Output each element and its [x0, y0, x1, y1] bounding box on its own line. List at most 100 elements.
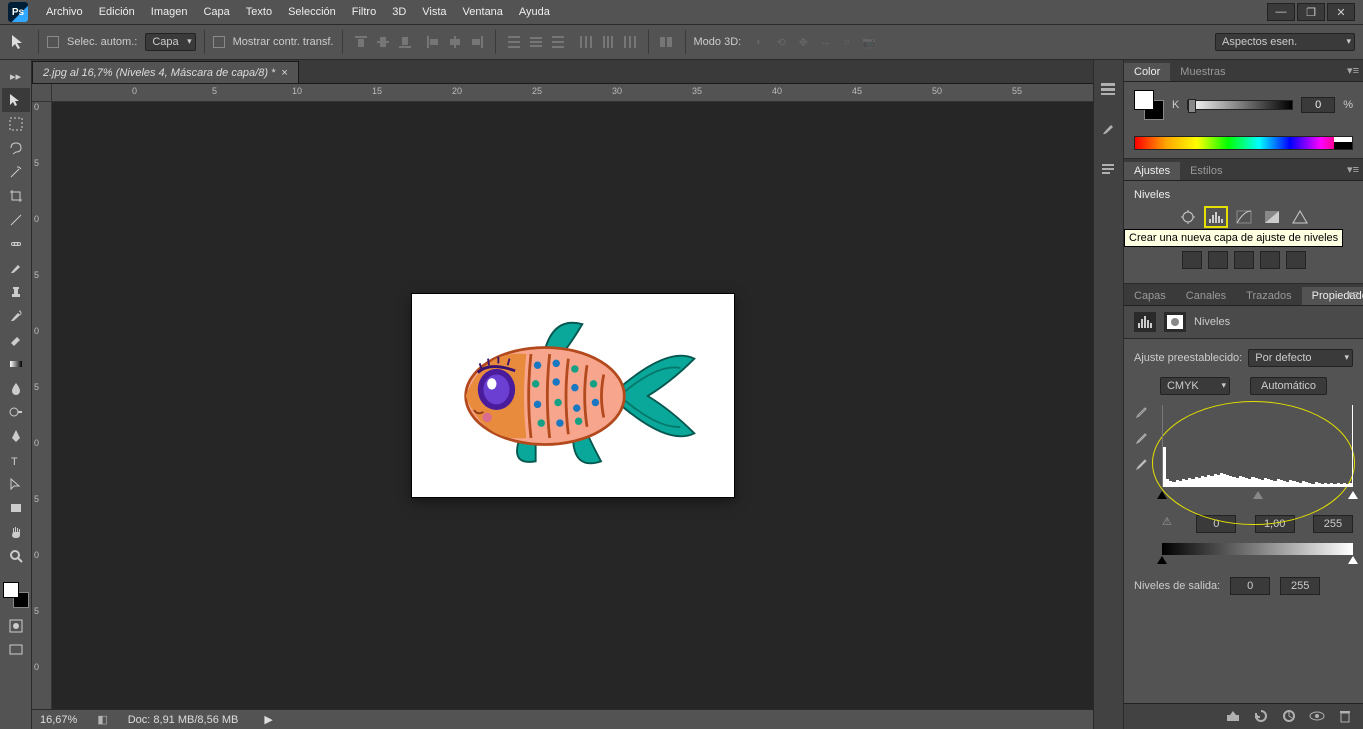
gradient-tool[interactable]	[2, 352, 30, 376]
white-point-eyedropper[interactable]	[1134, 457, 1150, 473]
panel-color-swatch[interactable]	[1134, 90, 1164, 120]
brush-tool[interactable]	[2, 256, 30, 280]
output-white-value[interactable]: 255	[1280, 577, 1320, 595]
doc-size-icon[interactable]: ◧	[97, 713, 107, 726]
black-point-slider[interactable]	[1157, 491, 1167, 499]
output-black-slider[interactable]	[1157, 556, 1167, 564]
output-black-value[interactable]: 0	[1230, 577, 1270, 595]
color-ramp[interactable]	[1134, 136, 1353, 150]
menu-seleccion[interactable]: Selección	[280, 6, 344, 18]
marquee-tool[interactable]	[2, 112, 30, 136]
auto-select-checkbox[interactable]	[47, 36, 59, 48]
align-right-icon[interactable]	[467, 32, 487, 52]
reset-icon[interactable]	[1281, 709, 1299, 725]
auto-button[interactable]: Automático	[1250, 377, 1327, 395]
type-tool[interactable]: T	[2, 448, 30, 472]
workspace-dropdown[interactable]: Aspectos esen.	[1215, 33, 1355, 51]
mask-icon[interactable]	[1164, 312, 1186, 332]
menu-vista[interactable]: Vista	[414, 6, 454, 18]
input-gamma-value[interactable]: 1,00	[1255, 515, 1295, 533]
canvas[interactable]	[412, 294, 734, 497]
input-white-value[interactable]: 255	[1313, 515, 1353, 533]
menu-ventana[interactable]: Ventana	[455, 6, 511, 18]
preset-sq-2[interactable]	[1208, 251, 1228, 269]
tab-ajustes[interactable]: Ajustes	[1124, 162, 1180, 180]
tab-canales[interactable]: Canales	[1176, 287, 1236, 305]
menu-3d[interactable]: 3D	[384, 6, 414, 18]
close-button[interactable]: ✕	[1327, 3, 1355, 21]
white-point-slider[interactable]	[1348, 491, 1358, 499]
input-slider-track[interactable]	[1162, 491, 1353, 501]
color-panel-menu-icon[interactable]: ▾≡	[1347, 64, 1359, 77]
align-vcenter-icon[interactable]	[373, 32, 393, 52]
path-select-tool[interactable]	[2, 472, 30, 496]
3d-camera-icon[interactable]: 📷	[859, 32, 879, 52]
channel-dropdown[interactable]: CMYK	[1160, 377, 1230, 395]
ajustes-panel-menu-icon[interactable]: ▾≡	[1347, 163, 1359, 176]
dist-bottom-icon[interactable]	[548, 32, 568, 52]
histogram[interactable]	[1162, 405, 1353, 487]
menu-imagen[interactable]: Imagen	[143, 6, 196, 18]
heal-tool[interactable]	[2, 232, 30, 256]
stamp-tool[interactable]	[2, 280, 30, 304]
preset-sq-3[interactable]	[1234, 251, 1254, 269]
ruler-vertical[interactable]: 05050505050	[32, 102, 52, 709]
minimize-button[interactable]: —	[1267, 3, 1295, 21]
canvas-zone[interactable]	[52, 102, 1093, 709]
crop-tool[interactable]	[2, 184, 30, 208]
status-arrow-icon[interactable]: ▶	[264, 713, 272, 726]
align-top-icon[interactable]	[351, 32, 371, 52]
3d-zoom-icon[interactable]: ⌕	[837, 32, 857, 52]
ruler-horizontal[interactable]: 0510152025303540455055	[52, 84, 1093, 102]
trash-icon[interactable]	[1337, 709, 1355, 725]
preset-sq-5[interactable]	[1286, 251, 1306, 269]
k-slider[interactable]	[1187, 100, 1293, 110]
3d-rotate-icon[interactable]: ⟲	[771, 32, 791, 52]
menu-ayuda[interactable]: Ayuda	[511, 6, 558, 18]
move-tool[interactable]	[2, 88, 30, 112]
tab-trazados[interactable]: Trazados	[1236, 287, 1301, 305]
black-point-eyedropper[interactable]	[1134, 405, 1150, 421]
brightness-contrast-icon[interactable]	[1177, 207, 1199, 227]
zoom-value[interactable]: 16,67%	[40, 714, 77, 726]
menu-edicion[interactable]: Edición	[91, 6, 143, 18]
lasso-tool[interactable]	[2, 136, 30, 160]
color-swatch[interactable]	[3, 582, 29, 608]
eraser-tool[interactable]	[2, 328, 30, 352]
3d-pan-icon[interactable]: ✥	[793, 32, 813, 52]
properties-panel-menu-icon[interactable]: ▾≡	[1347, 288, 1359, 301]
expand-toolbox-icon[interactable]: ▸▸	[2, 64, 30, 88]
history-dock-icon[interactable]	[1099, 80, 1119, 100]
menu-filtro[interactable]: Filtro	[344, 6, 384, 18]
menu-texto[interactable]: Texto	[238, 6, 280, 18]
output-white-slider[interactable]	[1348, 556, 1358, 564]
tab-capas[interactable]: Capas	[1124, 287, 1176, 305]
tab-swatches[interactable]: Muestras	[1170, 63, 1235, 81]
gamma-slider[interactable]	[1253, 491, 1263, 499]
3d-orbit-icon[interactable]: ◐	[749, 32, 769, 52]
k-value[interactable]: 0	[1301, 97, 1335, 113]
exposure-icon[interactable]	[1261, 207, 1283, 227]
preset-sq-4[interactable]	[1260, 251, 1280, 269]
dist-right-icon[interactable]	[620, 32, 640, 52]
shape-tool[interactable]	[2, 496, 30, 520]
dist-vcenter-icon[interactable]	[526, 32, 546, 52]
clip-to-layer-icon[interactable]	[1225, 709, 1243, 725]
zoom-tool[interactable]	[2, 544, 30, 568]
hand-tool[interactable]	[2, 520, 30, 544]
blur-tool[interactable]	[2, 376, 30, 400]
auto-align-icon[interactable]	[657, 32, 677, 52]
gray-point-eyedropper[interactable]	[1134, 431, 1150, 447]
visibility-icon[interactable]	[1309, 709, 1327, 725]
preset-sq-1[interactable]	[1182, 251, 1202, 269]
menu-capa[interactable]: Capa	[195, 6, 237, 18]
levels-icon[interactable]	[1205, 207, 1227, 227]
brush-dock-icon[interactable]	[1099, 120, 1119, 140]
dist-hcenter-icon[interactable]	[598, 32, 618, 52]
menu-archivo[interactable]: Archivo	[38, 6, 91, 18]
screenmode-tool[interactable]	[2, 638, 30, 662]
curves-icon[interactable]	[1233, 207, 1255, 227]
paragraph-dock-icon[interactable]	[1099, 160, 1119, 180]
align-hcenter-icon[interactable]	[445, 32, 465, 52]
align-bottom-icon[interactable]	[395, 32, 415, 52]
